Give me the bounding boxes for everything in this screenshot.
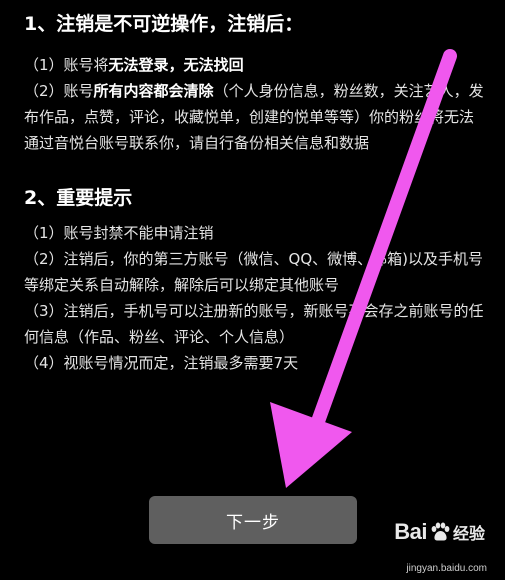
- watermark-suffix: 经验: [452, 526, 485, 543]
- baidu-logo: Bai 经验: [394, 514, 485, 550]
- baidu-paw-icon: [431, 522, 450, 541]
- terms-content: 1、注销是不可逆操作，注销后： （1）账号将无法登录，无法找回 （2）账号所有内…: [24, 10, 484, 376]
- section-2-title: 2、重要提示: [24, 187, 133, 209]
- section-2-item-1: （1）账号封禁不能申请注销: [24, 224, 214, 242]
- section-1-item-2: （2）账号所有内容都会清除（个人身份信息，粉丝数，关注艺人，发布作品，点赞，评论…: [24, 82, 484, 152]
- watermark-url: jingyan.baidu.com: [406, 563, 487, 574]
- section-2-item-4: （4）视账号情况而定，注销最多需要7天: [24, 354, 299, 372]
- section-2-item-2: （2）注销后，你的第三方账号（微信、QQ、微博、邮箱)以及手机号等绑定关系自动解…: [24, 250, 484, 294]
- watermark-brand: Bai: [394, 519, 427, 544]
- baidu-watermark: Bai 经验 jingyan.baidu.com: [371, 514, 491, 574]
- section-1-item-1: （1）账号将无法登录，无法找回: [24, 56, 244, 74]
- next-step-button[interactable]: 下一步: [149, 496, 357, 544]
- section-2-item-3: （3）注销后，手机号可以注册新的账号，新账号不会存之前账号的任何信息（作品、粉丝…: [24, 302, 484, 346]
- section-1-title: 1、注销是不可逆操作，注销后：: [24, 13, 304, 35]
